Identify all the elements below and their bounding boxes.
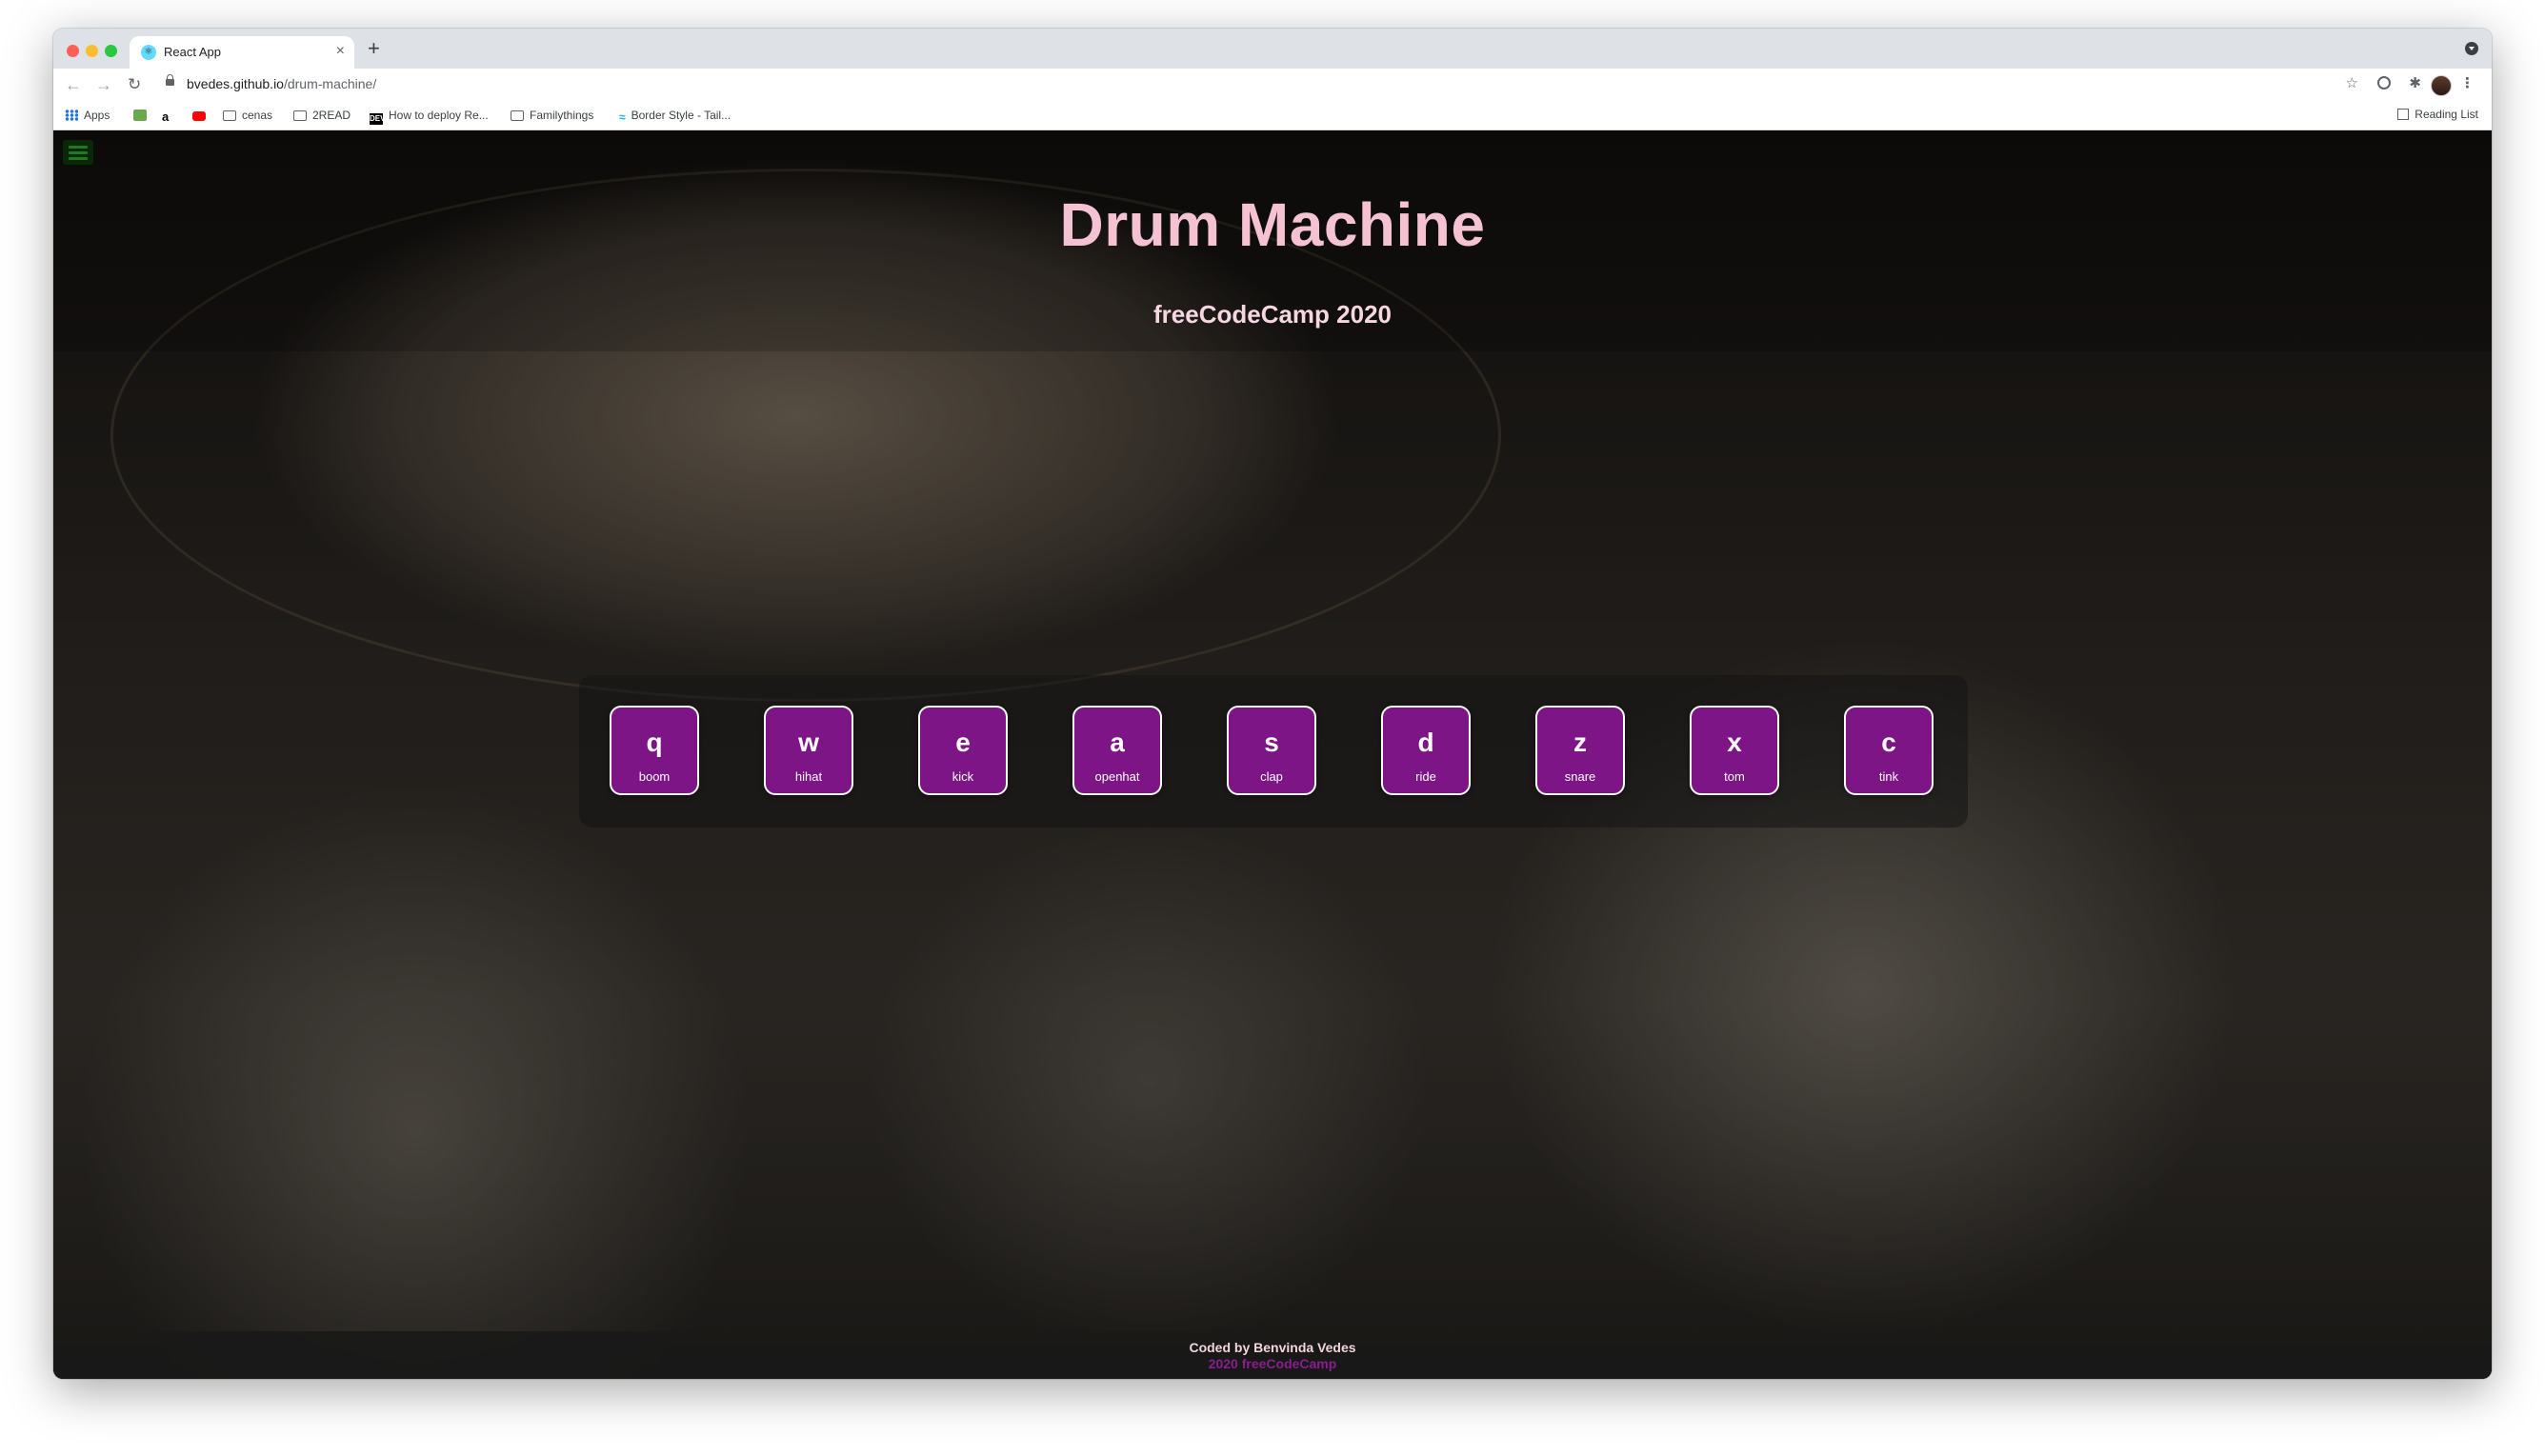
drum-pad-s[interactable]: s clap <box>1227 706 1316 795</box>
pad-sound: boom <box>638 769 671 784</box>
apps-icon <box>65 110 78 121</box>
bookmark-amazon[interactable]: a <box>162 108 174 124</box>
footer-credit: Coded by Benvinda Vedes <box>1189 1340 1356 1355</box>
youtube-icon <box>192 111 206 121</box>
page-footer: Coded by Benvinda Vedes 2020 freeCodeCam… <box>53 1331 2492 1379</box>
pad-key: q <box>646 728 663 757</box>
pad-key: x <box>1727 728 1742 757</box>
drum-pad-z[interactable]: z snare <box>1535 706 1625 795</box>
bookmark-apps[interactable]: Apps <box>65 108 110 123</box>
bookmark-label: 2READ <box>312 109 351 122</box>
bookmark-border-style[interactable]: ≈ Border Style - Tail... <box>619 108 731 124</box>
bookmark-2read[interactable]: 2READ <box>293 108 351 123</box>
url-host: bvedes.github.io <box>187 76 284 91</box>
reload-button[interactable]: ↻ <box>128 74 141 95</box>
pad-sound: clap <box>1260 769 1283 784</box>
pad-sound: ride <box>1415 769 1436 784</box>
pad-sound: tink <box>1878 769 1899 784</box>
drum-pad-w[interactable]: w hihat <box>764 706 853 795</box>
bookmark-label: cenas <box>242 109 273 122</box>
page-title: Drum Machine <box>1059 190 1486 259</box>
pad-sound: snare <box>1564 769 1596 784</box>
tab-strip: ⚛ React App × + <box>53 29 2492 69</box>
browser-window: ⚛ React App × + ← → ↻ bvedes.github.io/d… <box>53 29 2492 1379</box>
drum-pad-e[interactable]: e kick <box>918 706 1008 795</box>
tab-close-icon[interactable]: × <box>336 43 345 60</box>
pad-key: s <box>1264 728 1279 757</box>
reading-list-button[interactable]: Reading List <box>2397 108 2478 121</box>
drum-pad-d[interactable]: d ride <box>1381 706 1471 795</box>
reading-list-label: Reading List <box>2415 108 2478 121</box>
folder-icon <box>293 110 307 121</box>
window-close-button[interactable] <box>67 45 79 57</box>
drum-pad-panel: q boom w hihat e kick a openhat s clap d… <box>579 675 1968 828</box>
drum-pad-c[interactable]: c tink <box>1844 706 1934 795</box>
page-subtitle: freeCodeCamp 2020 <box>1153 300 1392 329</box>
tailwind-icon: ≈ <box>619 110 626 124</box>
pad-sound: kick <box>952 769 974 784</box>
tab-react-app[interactable]: ⚛ React App × <box>130 36 354 69</box>
hamburger-menu-icon[interactable] <box>63 140 93 165</box>
bookmark-label: How to deploy Re... <box>389 109 489 122</box>
pad-key: w <box>798 728 819 757</box>
pad-sound: tom <box>1724 769 1745 784</box>
window-maximize-button[interactable] <box>105 45 117 57</box>
lock-icon[interactable] <box>166 74 174 86</box>
pad-key: d <box>1417 728 1434 757</box>
new-tab-button[interactable]: + <box>368 36 380 61</box>
url-path: /drum-machine/ <box>283 76 377 91</box>
window-minimize-button[interactable] <box>86 45 98 57</box>
page-viewport: Drum Machine freeCodeCamp 2020 q boom w … <box>53 130 2492 1379</box>
bookmark-familythings[interactable]: Familythings <box>511 108 593 123</box>
folder-icon <box>511 110 524 121</box>
bookmark-green[interactable] <box>133 108 152 123</box>
amazon-icon: a <box>162 110 170 124</box>
drum-pad-q[interactable]: q boom <box>610 706 699 795</box>
drum-pad-a[interactable]: a openhat <box>1072 706 1162 795</box>
extension-icon[interactable] <box>2377 76 2391 90</box>
react-favicon-icon: ⚛ <box>141 45 156 60</box>
bookmark-star-icon[interactable]: ☆ <box>2346 75 2358 92</box>
pad-key: z <box>1573 728 1587 757</box>
back-button[interactable]: ← <box>65 74 82 95</box>
browser-menu-icon[interactable]: ⋮ <box>2460 75 2475 92</box>
bookmark-label: Border Style - Tail... <box>631 109 731 122</box>
green-square-icon <box>133 110 147 121</box>
tab-search-icon[interactable] <box>2465 42 2478 55</box>
pad-key: a <box>1110 728 1125 757</box>
pad-key: e <box>955 728 971 757</box>
bookmark-deploy[interactable]: DEV How to deploy Re... <box>370 108 489 125</box>
bookmarks-bar: Apps a cenas 2READ DEV How to deploy Re..… <box>53 101 2492 130</box>
tab-title: React App <box>164 45 221 59</box>
footer-year: 2020 freeCodeCamp <box>1208 1356 1337 1371</box>
puzzle-extensions-icon[interactable]: ✱ <box>2409 75 2421 92</box>
bookmark-label: Apps <box>84 109 110 122</box>
pad-key: c <box>1881 728 1896 757</box>
bookmark-label: Familythings <box>530 109 594 122</box>
bookmark-cenas[interactable]: cenas <box>223 108 272 123</box>
forward-button[interactable]: → <box>95 74 112 95</box>
drum-pad-x[interactable]: x tom <box>1690 706 1779 795</box>
reading-list-icon <box>2397 109 2410 120</box>
folder-icon <box>223 110 236 121</box>
profile-avatar[interactable] <box>2431 75 2452 96</box>
dev-icon: DEV <box>370 113 386 125</box>
pad-sound: openhat <box>1094 769 1140 784</box>
address-bar[interactable]: bvedes.github.io/drum-machine/ <box>187 76 376 91</box>
browser-toolbar: ← → ↻ bvedes.github.io/drum-machine/ ☆ ✱… <box>53 69 2492 101</box>
pad-sound: hihat <box>794 769 823 784</box>
bookmark-youtube[interactable] <box>192 108 211 123</box>
